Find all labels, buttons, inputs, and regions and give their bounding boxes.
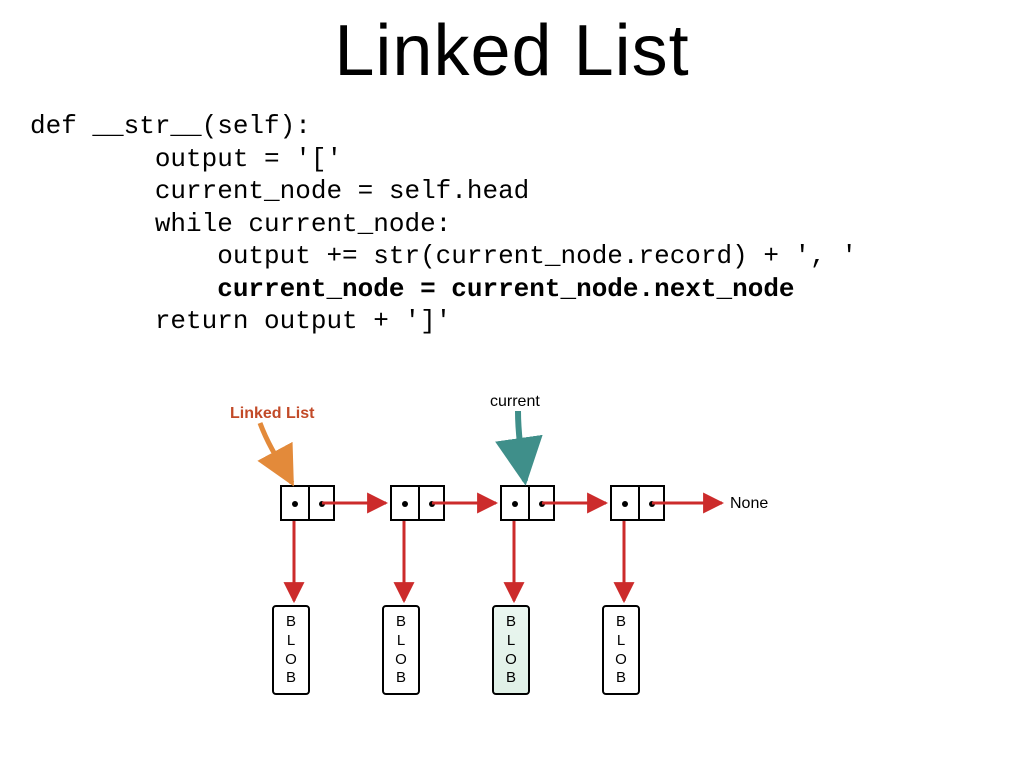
code-block: def __str__(self): output = '[' current_… [30,110,994,338]
node [390,485,445,521]
blob-text: BLOB [395,613,407,686]
code-line: return output + ']' [30,306,451,336]
node [500,485,555,521]
arrow-head-pointer [260,423,292,483]
arrow-current-pointer [518,411,525,481]
blob-text: BLOB [615,613,627,686]
code-line: output += str(current_node.record) + ', … [30,241,857,271]
blob-box: BLOB [602,605,640,695]
blob-box: BLOB [382,605,420,695]
diagram-label-current: current [490,393,540,411]
code-line-bold: current_node = current_node.next_node [30,274,795,304]
code-line: output = '[' [30,144,342,174]
linked-list-diagram: Linked List current None BLOB BLOB BLOB … [250,395,850,735]
slide: Linked List def __str__(self): output = … [0,0,1024,768]
node [610,485,665,521]
code-line: def __str__(self): [30,111,311,141]
node [280,485,335,521]
diagram-arrows [250,395,850,735]
blob-text: BLOB [505,613,517,686]
diagram-label-none: None [730,495,768,513]
diagram-label-linkedlist: Linked List [230,405,314,423]
blob-text: BLOB [285,613,297,686]
page-title: Linked List [30,10,994,92]
blob-box: BLOB [492,605,530,695]
code-line: current_node = self.head [30,176,529,206]
blob-box: BLOB [272,605,310,695]
code-line: while current_node: [30,209,451,239]
